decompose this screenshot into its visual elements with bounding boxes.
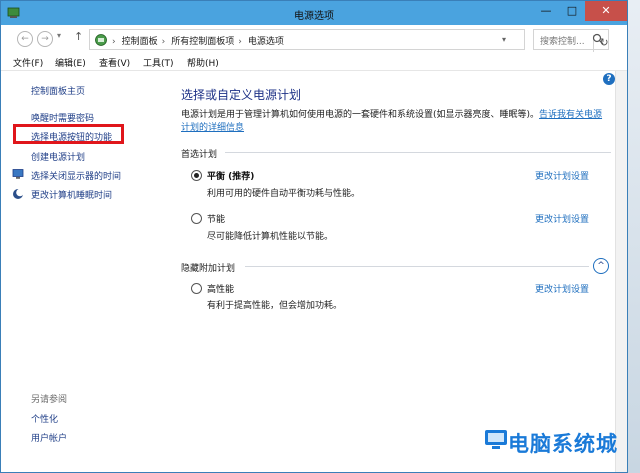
menu-edit[interactable]: 编辑(E) [55,56,86,69]
sidebar-link-personalization[interactable]: 个性化 [31,412,58,425]
menu-file[interactable]: 文件(F) [13,56,43,69]
maximize-button[interactable]: □ [559,1,585,21]
change-plan-settings-link[interactable]: 更改计划设置 [535,282,589,295]
help-icon[interactable]: ? [603,73,615,85]
collapse-chevron-up-icon[interactable]: ^ [593,258,609,274]
control-panel-icon [95,34,107,46]
sidebar-link-sleep-time[interactable]: 更改计算机睡眠时间 [31,188,112,201]
address-dropdown-chevron-icon[interactable]: ▾ [502,35,506,44]
plan-desc-balanced: 利用可用的硬件自动平衡功耗与性能。 [207,189,361,199]
breadcrumb: › 控制面板 › 所有控制面板项 › 电源选项 [112,34,288,47]
page-description: 电源计划是用于管理计算机如何使用电源的一套硬件和系统设置(如显示器亮度、睡眠等)… [181,109,611,135]
back-arrow-icon[interactable]: ← [17,31,33,47]
plan-radio-power-saver[interactable] [191,213,202,224]
change-plan-settings-link[interactable]: 更改计划设置 [535,212,589,225]
menu-tools[interactable]: 工具(T) [143,56,174,69]
watermark-logo-icon [485,430,507,449]
breadcrumb-separator-icon: › [161,37,166,47]
plan-radio-balanced[interactable] [191,170,202,181]
group-divider [245,266,589,267]
plan-desc-high-performance: 有利于提高性能，但会增加功耗。 [207,301,343,311]
group-divider [225,152,611,153]
power-options-window: 电源选项 — □ ✕ ← → ▾ ↑ › 控制面板 › 所有控制面板项 › 电源选项 ▾ … [0,0,628,473]
plan-name-power-saver[interactable]: 节能 [207,212,225,225]
forward-arrow-icon[interactable]: → [37,31,53,47]
page-title: 选择或自定义电源计划 [181,88,302,102]
sidebar-link-display-off[interactable]: 选择关闭显示器的时间 [31,169,121,182]
change-plan-settings-link[interactable]: 更改计划设置 [535,169,589,182]
preferred-plans-label: 首选计划 [181,150,218,160]
search-icon[interactable] [592,33,604,45]
menu-help[interactable]: 帮助(H) [187,56,219,69]
breadcrumb-item[interactable]: 所有控制面板项 [171,37,234,47]
menu-bar: 文件(F) 编辑(E) 查看(V) 工具(T) 帮助(H) [1,53,627,71]
search-placeholder: 搜索控制... [540,37,585,47]
sidebar-link-user-accounts[interactable]: 用户帐户 [31,431,67,444]
menu-view[interactable]: 查看(V) [99,56,130,69]
breadcrumb-item[interactable]: 控制面板 [122,37,158,47]
watermark: 电脑系统城 pcxitongcheng.com [478,422,628,472]
breadcrumb-item[interactable]: 电源选项 [248,37,284,47]
plan-name-high-performance[interactable]: 高性能 [207,282,234,295]
recent-locations-chevron-icon[interactable]: ▾ [57,31,61,40]
minimize-button[interactable]: — [533,1,559,21]
close-button[interactable]: ✕ [585,1,627,21]
watermark-url: pcxitongcheng.com [498,454,598,464]
plan-radio-high-performance[interactable] [191,283,202,294]
sidebar: 控制面板主页 唤醒时需要密码 选择电源按钮的功能 创建电源计划 选择关闭显示器的… [1,71,165,472]
vertical-scrollbar[interactable] [615,71,627,472]
navigation-bar: ← → ▾ ↑ › 控制面板 › 所有控制面板项 › 电源选项 ▾ ↻ 搜索控制... [1,25,627,53]
sidebar-link-create-plan[interactable]: 创建电源计划 [31,150,85,163]
main-content: ? 选择或自定义电源计划 电源计划是用于管理计算机如何使用电源的一套硬件和系统设… [165,71,615,472]
breadcrumb-separator-icon: › [238,37,242,47]
hidden-plans-label[interactable]: 隐藏附加计划 [181,261,235,274]
moon-icon [13,188,24,199]
address-bar[interactable]: › 控制面板 › 所有控制面板项 › 电源选项 ▾ ↻ [89,29,609,52]
search-input[interactable]: 搜索控制... [533,29,609,50]
description-text: 电源计划是用于管理计算机如何使用电源的一套硬件和系统设置(如显示器亮度、睡眠等)… [181,110,540,120]
up-arrow-icon[interactable]: ↑ [74,30,83,43]
plan-name-balanced[interactable]: 平衡 (推荐) [207,169,254,182]
title-bar[interactable]: 电源选项 — □ ✕ [1,1,627,25]
desktop-background [628,0,640,473]
sidebar-link-require-password[interactable]: 唤醒时需要密码 [31,111,94,124]
breadcrumb-separator-icon: › [112,37,116,47]
plan-desc-power-saver: 尽可能降低计算机性能以节能。 [207,232,334,242]
see-also-heading: 另请参阅 [31,395,68,405]
sidebar-link-power-buttons[interactable]: 选择电源按钮的功能 [31,130,112,143]
monitor-icon [12,169,24,179]
sidebar-link-control-panel-home[interactable]: 控制面板主页 [31,84,85,97]
